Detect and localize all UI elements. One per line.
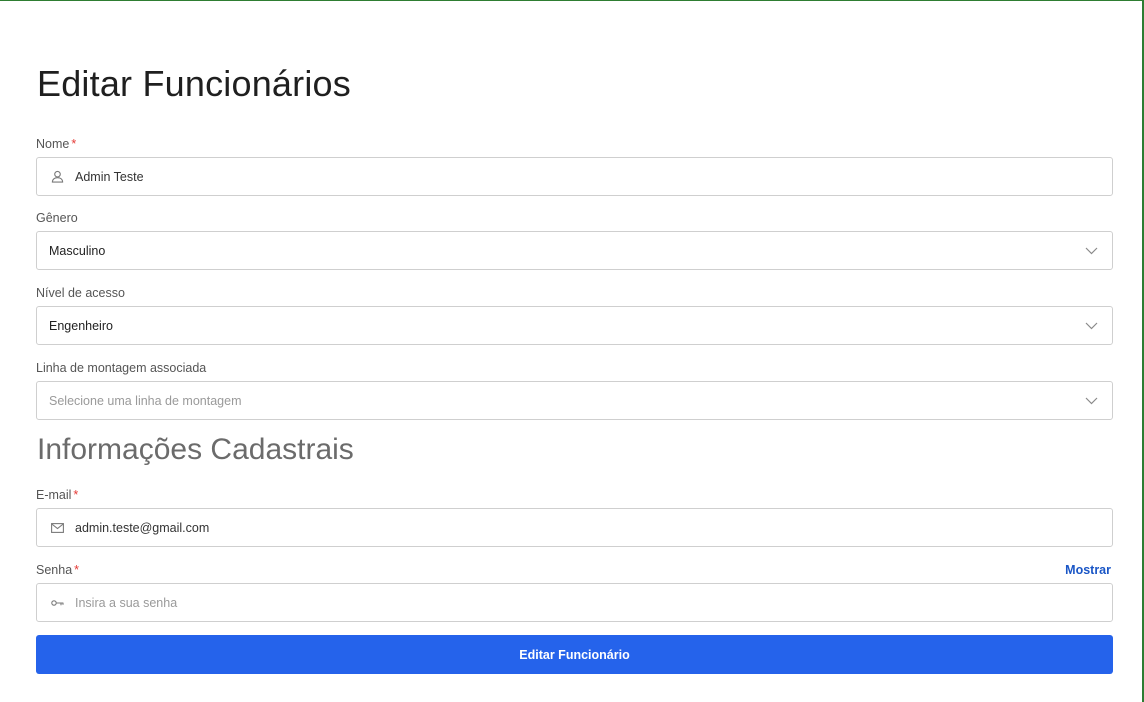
name-label-text: Nome <box>36 137 70 151</box>
access-level-label: Nível de acesso <box>36 286 125 300</box>
name-input[interactable] <box>75 158 1112 195</box>
gender-select[interactable]: Masculino <box>36 231 1113 270</box>
gender-label: Gênero <box>36 211 78 225</box>
required-mark: * <box>74 563 80 577</box>
chevron-down-icon <box>1084 394 1098 408</box>
password-field[interactable] <box>36 583 1113 622</box>
mail-icon <box>50 521 64 535</box>
email-field[interactable] <box>36 508 1113 547</box>
password-label-text: Senha <box>36 563 73 577</box>
assembly-line-select[interactable]: Selecione uma linha de montagem <box>36 381 1113 420</box>
key-icon <box>50 596 64 610</box>
access-level-selected-value: Engenheiro <box>49 318 113 333</box>
name-field[interactable] <box>36 157 1113 196</box>
access-level-select[interactable]: Engenheiro <box>36 306 1113 345</box>
page-title: Editar Funcionários <box>37 63 351 104</box>
email-label-text: E-mail <box>36 488 72 502</box>
email-label: E-mail * <box>36 488 78 502</box>
chevron-down-icon <box>1084 319 1098 333</box>
show-password-link[interactable]: Mostrar <box>1065 563 1111 577</box>
section-title: Informações Cadastrais <box>37 433 354 466</box>
email-input[interactable] <box>75 509 1112 546</box>
edit-employee-button[interactable]: Editar Funcionário <box>36 635 1113 674</box>
name-label: Nome * <box>36 137 76 151</box>
required-mark: * <box>73 488 79 502</box>
user-icon <box>50 170 64 184</box>
chevron-down-icon <box>1084 244 1098 258</box>
assembly-line-placeholder: Selecione uma linha de montagem <box>49 393 242 408</box>
required-mark: * <box>71 137 77 151</box>
gender-selected-value: Masculino <box>49 243 106 258</box>
password-input[interactable] <box>75 584 1112 621</box>
password-label: Senha * <box>36 563 79 577</box>
assembly-line-label: Linha de montagem associada <box>36 361 207 375</box>
